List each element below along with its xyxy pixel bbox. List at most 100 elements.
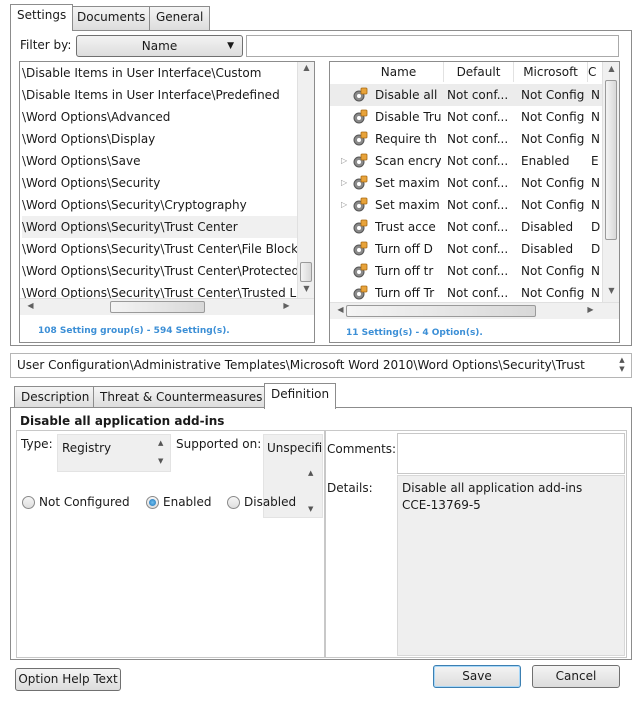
chevron-up-icon[interactable]: ▲ [308,469,313,477]
table-row[interactable]: Turn off D Not conf... Disabled D [330,238,610,260]
grid-horizontal-scrollbar[interactable]: ◀ ▶ [330,302,619,319]
setting-group-item[interactable]: \Word Options\Security\Trust Center\Prot… [22,260,304,282]
setting-path-text: User Configuration\Administrative Templa… [17,358,585,372]
grid-vertical-scrollbar[interactable]: ▲ ▼ [602,62,619,302]
radio-enabled[interactable] [146,496,159,509]
grid-hscroll-thumb[interactable] [346,305,536,317]
table-row[interactable]: Disable Tru Not conf... Not Config N [330,106,610,128]
table-row[interactable]: ▷ Set maxim Not conf... Not Config N [330,172,610,194]
cell-c: D [591,242,601,256]
chevron-down-icon[interactable]: ▼ [308,505,313,513]
cell-name: Scan encry [375,154,441,168]
chevron-down-icon[interactable]: ▼ [298,284,314,293]
cell-microsoft: Not Config [521,110,585,124]
expand-arrow-icon[interactable]: ▷ [341,172,347,194]
path-spinner-icon[interactable]: ▲ ▼ [616,356,628,375]
column-header-name[interactable]: Name [354,62,444,82]
cancel-button[interactable]: Cancel [532,665,620,688]
radio-not-configured[interactable] [22,496,35,509]
tab-definition[interactable]: Definition [264,383,337,409]
chevron-down-icon[interactable]: ▼ [603,286,619,295]
cell-default: Not conf... [447,286,509,300]
groups-vscroll-thumb[interactable] [300,262,312,282]
tab-general[interactable]: General [149,6,211,30]
expand-arrow-icon[interactable]: ▷ [341,194,347,216]
expand-arrow-icon[interactable]: ▷ [341,150,347,172]
cell-default: Not conf... [447,110,509,124]
table-row[interactable]: Turn off Tr Not conf... Not Config N [330,282,610,304]
chevron-up-icon[interactable]: ▲ [298,63,314,72]
column-header-default[interactable]: Default [444,62,514,82]
radio-not-configured-label: Not Configured [39,495,130,509]
type-label: Type: [21,437,53,451]
tab-threat-countermeasures[interactable]: Threat & Countermeasures [93,386,270,408]
chevron-up-icon[interactable]: ▲ [603,64,619,73]
cell-microsoft: Not Config [521,132,585,146]
cell-default: Not conf... [447,176,509,190]
filter-input[interactable] [246,35,619,57]
chevron-right-icon[interactable]: ▶ [278,301,295,310]
cell-c: N [591,176,600,190]
definition-title: Disable all application add-ins [20,414,225,428]
table-row[interactable]: ▷ Scan encry Not conf... Enabled E [330,150,610,172]
type-value: Registry [62,441,112,455]
filter-by-dropdown[interactable]: Name ▼ [76,35,243,57]
cell-microsoft: Not Config [521,176,585,190]
tab-label: General [156,10,204,24]
gear-icon [352,241,368,257]
filter-by-value: Name [141,39,178,53]
table-row[interactable]: Require th Not conf... Not Config N [330,128,610,150]
setting-group-item[interactable]: \Word Options\Security [22,172,304,194]
cell-c: N [591,110,600,124]
gear-icon [352,285,368,301]
table-row[interactable]: ▷ Set maxim Not conf... Not Config N [330,194,610,216]
button-label: Cancel [555,669,597,683]
groups-status-text: 108 Setting group(s) - 594 Setting(s). [38,326,230,336]
chevron-down-icon[interactable]: ▼ [158,457,163,465]
setting-groups-panel: \Disable Items in User Interface\Custom \… [19,61,315,343]
gear-icon [352,263,368,279]
save-button[interactable]: Save [433,665,521,688]
cell-c: N [591,88,600,102]
groups-hscroll-thumb[interactable] [110,301,205,313]
cell-default: Not conf... [447,264,509,278]
chevron-up-icon[interactable]: ▲ [158,439,163,447]
comments-input[interactable] [397,433,625,474]
column-header-c[interactable]: C [588,62,602,82]
cell-default: Not conf... [447,154,509,168]
cell-c: N [591,198,600,212]
tab-description[interactable]: Description [14,386,97,408]
groups-horizontal-scrollbar[interactable]: ◀ ▶ [20,298,314,315]
cell-microsoft: Not Config [521,264,585,278]
setting-group-item[interactable]: \Word Options\Save [22,150,304,172]
chevron-right-icon[interactable]: ▶ [582,305,599,314]
groups-vertical-scrollbar[interactable]: ▲ ▼ [297,62,314,298]
table-row[interactable]: Turn off tr Not conf... Not Config N [330,260,610,282]
cell-default: Not conf... [447,242,509,256]
cell-default: Not conf... [447,198,509,212]
setting-group-item[interactable]: \Disable Items in User Interface\Predefi… [22,84,304,106]
grid-vscroll-thumb[interactable] [605,80,617,240]
table-row[interactable]: Trust acce Not conf... Disabled D [330,216,610,238]
setting-group-item[interactable]: \Word Options\Advanced [22,106,304,128]
setting-group-item[interactable]: \Word Options\Security\Trust Center [22,216,304,238]
tab-documents[interactable]: Documents [70,6,153,30]
supported-on-value: Unspecifi [267,441,323,455]
chevron-left-icon[interactable]: ◀ [22,301,39,310]
radio-disabled[interactable] [227,496,240,509]
cell-name: Set maxim [375,198,440,212]
column-header-microsoft[interactable]: Microsoft [514,62,588,82]
setting-group-item[interactable]: \Word Options\Security\Cryptography [22,194,304,216]
setting-group-item[interactable]: \Word Options\Display [22,128,304,150]
cell-name: Trust acce [375,220,436,234]
tab-settings[interactable]: Settings [10,4,74,31]
setting-path-field[interactable]: User Configuration\Administrative Templa… [10,353,632,378]
type-field[interactable]: Registry ▲ ▼ [57,434,171,472]
cell-default: Not conf... [447,132,509,146]
button-label: Option Help Text [18,672,118,686]
option-help-text-button[interactable]: Option Help Text [15,668,121,691]
setting-group-item[interactable]: \Disable Items in User Interface\Custom [22,62,304,84]
setting-group-item[interactable]: \Word Options\Security\Trust Center\File… [22,238,304,260]
tab-label: Threat & Countermeasures [100,390,263,404]
table-row[interactable]: Disable all Not conf... Not Config N [330,84,610,106]
